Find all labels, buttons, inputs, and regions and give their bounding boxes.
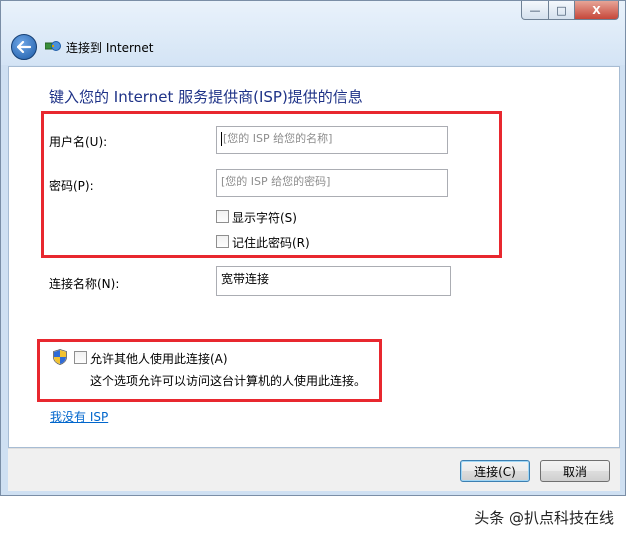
connection-name-value: 宽带连接 <box>221 272 270 286</box>
window-controls: — □ X <box>521 1 619 20</box>
username-input[interactable]: [您的 ISP 给您的名称] <box>216 126 448 154</box>
cancel-button[interactable]: 取消 <box>540 460 610 482</box>
connect-button[interactable]: 连接(C) <box>460 460 530 482</box>
username-label: 用户名(U): <box>49 135 108 149</box>
close-button[interactable]: X <box>575 1 619 20</box>
window-title: 连接到 Internet <box>66 41 154 55</box>
allow-others-label[interactable]: 允许其他人使用此连接(A) <box>90 350 228 367</box>
minimize-button[interactable]: — <box>521 1 549 20</box>
dialog-footer: 连接(C) 取消 <box>8 448 620 491</box>
maximize-button[interactable]: □ <box>549 1 575 20</box>
show-chars-label[interactable]: 显示字符(S) <box>232 209 297 226</box>
show-chars-checkbox[interactable] <box>216 210 229 223</box>
dialog-window: — □ X 连接到 Internet 键入您的 Internet 服务提供商(I… <box>0 0 626 496</box>
remember-password-label[interactable]: 记住此密码(R) <box>232 234 310 251</box>
remember-password-checkbox[interactable] <box>216 235 229 248</box>
connection-name-input[interactable]: 宽带连接 <box>216 266 451 296</box>
network-connection-icon <box>45 41 61 51</box>
content-panel: 键入您的 Internet 服务提供商(ISP)提供的信息 用户名(U): [您… <box>8 66 620 448</box>
connection-name-label: 连接名称(N): <box>49 277 120 291</box>
text-caret <box>221 132 222 146</box>
title-bar: — □ X 连接到 Internet <box>1 1 625 65</box>
allow-others-checkbox[interactable] <box>74 351 87 364</box>
back-button[interactable] <box>11 34 37 60</box>
no-isp-link[interactable]: 我没有 ISP <box>50 408 108 425</box>
username-placeholder: [您的 ISP 给您的名称] <box>223 132 333 145</box>
watermark-text: 头条 @扒点科技在线 <box>474 509 614 527</box>
highlight-box-allow-others <box>37 339 382 402</box>
password-label: 密码(P): <box>49 179 94 193</box>
page-heading: 键入您的 Internet 服务提供商(ISP)提供的信息 <box>49 88 363 106</box>
back-arrow-icon <box>17 41 31 53</box>
allow-others-description: 这个选项允许可以访问这台计算机的人使用此连接。 <box>90 374 367 388</box>
password-placeholder: [您的 ISP 给您的密码] <box>221 175 331 188</box>
uac-shield-icon <box>53 349 67 365</box>
password-input[interactable]: [您的 ISP 给您的密码] <box>216 169 448 197</box>
